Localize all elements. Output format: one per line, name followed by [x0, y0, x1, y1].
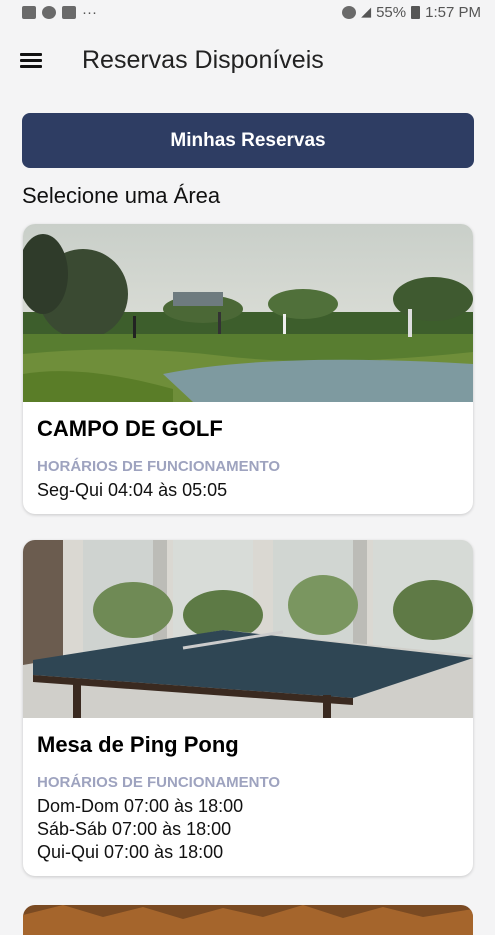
hours-line: Dom-Dom 07:00 às 18:00 — [37, 796, 244, 816]
status-bar-left: ··· — [22, 4, 97, 21]
area-card-golf[interactable]: CAMPO DE GOLF HORÁRIOS DE FUNCIONAMENTO … — [23, 224, 473, 514]
app-notification-icon — [42, 5, 56, 19]
wifi-signal-icon: ◢ — [361, 4, 372, 19]
my-reservations-button[interactable]: Minhas Reservas — [22, 113, 474, 168]
area-card-ping-pong[interactable]: Mesa de Ping Pong HORÁRIOS DE FUNCIONAME… — [23, 540, 473, 876]
area-name: Mesa de Ping Pong — [37, 732, 239, 757]
hours-label: HORÁRIOS DE FUNCIONAMENTO — [37, 458, 281, 475]
battery-percent: 55% — [376, 3, 407, 21]
hours-line: Qui-Qui 07:00 às 18:00 — [37, 842, 224, 862]
hours-label: HORÁRIOS DE FUNCIONAMENTO — [37, 774, 281, 791]
app-bar: Reservas Disponíveis — [0, 34, 495, 86]
linkedin-icon — [62, 5, 76, 19]
more-notifications: ··· — [82, 3, 97, 21]
area-card-partial[interactable] — [23, 905, 473, 935]
clock-time: 1:57 PM — [425, 3, 481, 21]
ping-pong-table-image — [23, 540, 473, 718]
battery-icon — [411, 5, 421, 19]
area-name: CAMPO DE GOLF — [37, 416, 223, 441]
card-body: Mesa de Ping Pong HORÁRIOS DE FUNCIONAME… — [23, 718, 473, 876]
status-bar-right: ◢ 55% 1:57 PM — [342, 4, 481, 21]
card-body: CAMPO DE GOLF HORÁRIOS DE FUNCIONAMENTO … — [23, 402, 473, 514]
hamburger-menu-icon[interactable] — [20, 51, 42, 69]
hours-line: Seg-Qui 04:04 às 05:05 — [37, 480, 228, 500]
gallery-icon — [22, 5, 36, 19]
status-bar: ··· ◢ 55% 1:57 PM — [0, 0, 495, 24]
hours-line: Sáb-Sáb 07:00 às 18:00 — [37, 819, 232, 839]
page-title: Reservas Disponíveis — [82, 45, 324, 74]
select-area-label: Selecione uma Área — [22, 183, 221, 208]
area-image-partial — [23, 905, 473, 935]
golf-course-image — [23, 224, 473, 402]
alarm-icon — [342, 5, 357, 19]
